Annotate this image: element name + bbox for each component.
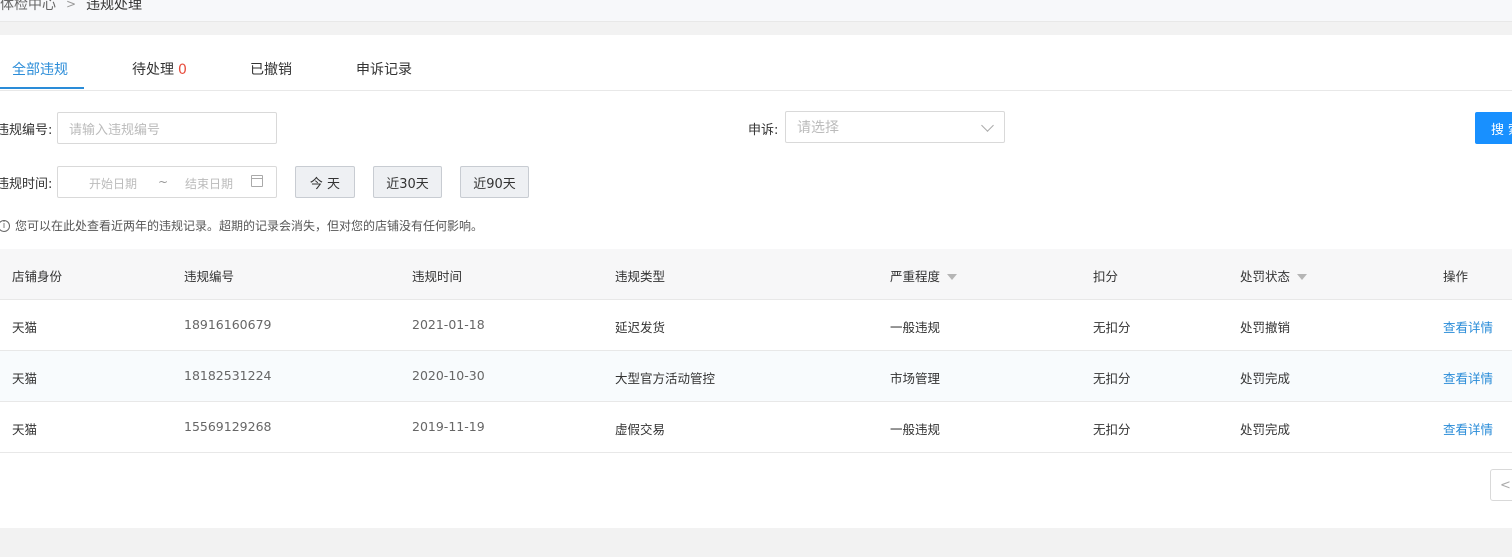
cell-penalty-status: 处罚完成 bbox=[1240, 371, 1291, 386]
col-severity-label: 严重程度 bbox=[890, 269, 941, 284]
pagination-prev-button[interactable]: < bbox=[1490, 469, 1512, 501]
cell-violation-time: 2019-11-19 bbox=[412, 419, 485, 434]
cell-violation-no: 15569129268 bbox=[184, 419, 272, 434]
violation-no-label: 违规编号: bbox=[0, 123, 53, 138]
table-row: 天猫 15569129268 2019-11-19 虚假交易 一般违规 无扣分 … bbox=[0, 402, 1512, 453]
cell-violation-type: 延迟发货 bbox=[615, 320, 666, 335]
table-row: 天猫 18916160679 2021-01-18 延迟发货 一般违规 无扣分 … bbox=[0, 300, 1512, 351]
tab-label: 已撤销 bbox=[250, 62, 292, 78]
tab-label: 申诉记录 bbox=[356, 62, 412, 78]
breadcrumb-current: 违规处理 bbox=[86, 0, 143, 13]
cell-violation-type: 虚假交易 bbox=[615, 422, 666, 437]
cell-penalty-status: 处罚完成 bbox=[1240, 422, 1291, 437]
cell-violation-no: 18182531224 bbox=[184, 368, 272, 383]
violation-no-placeholder: 请输入违规编号 bbox=[69, 122, 161, 138]
filter-icon[interactable] bbox=[947, 273, 958, 280]
date-range-separator: ~ bbox=[158, 175, 169, 189]
cell-points: 无扣分 bbox=[1093, 320, 1131, 335]
breadcrumb-separator: > bbox=[66, 0, 77, 11]
breadcrumb: 体检中心 > 违规处理 bbox=[0, 0, 142, 14]
view-details-link[interactable]: 查看详情 bbox=[1443, 419, 1493, 438]
cell-violation-time: 2021-01-18 bbox=[412, 317, 485, 332]
cell-store-identity: 天猫 bbox=[12, 371, 38, 386]
cell-severity: 一般违规 bbox=[890, 422, 941, 437]
tab-all-violations[interactable]: 全部违规 bbox=[12, 59, 68, 79]
appeal-select[interactable]: 请选择 bbox=[785, 111, 1005, 143]
col-violation-type: 违规类型 bbox=[615, 269, 666, 284]
retention-notice: i 您可以在此处查看近两年的违规记录。超期的记录会消失，但对您的店铺没有任何影响… bbox=[0, 217, 483, 234]
tab-appeal-records[interactable]: 申诉记录 bbox=[356, 59, 412, 79]
tab-label: 全部违规 bbox=[12, 62, 68, 78]
col-violation-time: 违规时间 bbox=[412, 269, 463, 284]
cell-store-identity: 天猫 bbox=[12, 320, 38, 335]
cell-penalty-status: 处罚撤销 bbox=[1240, 320, 1291, 335]
cell-violation-time: 2020-10-30 bbox=[412, 368, 485, 383]
search-button[interactable]: 搜索 bbox=[1475, 112, 1512, 144]
cell-points: 无扣分 bbox=[1093, 371, 1131, 386]
cell-store-identity: 天猫 bbox=[12, 422, 38, 437]
cell-violation-no: 18916160679 bbox=[184, 317, 272, 332]
cell-severity: 市场管理 bbox=[890, 371, 941, 386]
violation-time-label: 违规时间: bbox=[0, 177, 53, 192]
cell-violation-type: 大型官方活动管控 bbox=[615, 371, 716, 386]
info-icon: i bbox=[0, 219, 10, 232]
table-row: 天猫 18182531224 2020-10-30 大型官方活动管控 市场管理 … bbox=[0, 351, 1512, 402]
view-details-link[interactable]: 查看详情 bbox=[1443, 368, 1493, 387]
end-date-input[interactable]: 结束日期 bbox=[185, 175, 233, 192]
top-bar: 体检中心 > 违规处理 bbox=[0, 0, 1512, 22]
table-header: 店铺身份 违规编号 违规时间 违规类型 严重程度 扣分 处罚状态 操作 bbox=[0, 249, 1512, 300]
col-violation-no: 违规编号 bbox=[184, 269, 235, 284]
breadcrumb-parent[interactable]: 体检中心 bbox=[0, 0, 56, 14]
last-90-days-button[interactable]: 近90天 bbox=[460, 166, 529, 198]
tab-pending[interactable]: 待处理 0 bbox=[132, 59, 187, 79]
last-30-days-button[interactable]: 近30天 bbox=[373, 166, 442, 198]
violation-no-input[interactable]: 请输入违规编号 bbox=[57, 112, 277, 144]
tab-label: 待处理 bbox=[132, 62, 174, 78]
calendar-icon[interactable] bbox=[251, 175, 263, 187]
main-panel: 全部违规 待处理 0 已撤销 申诉记录 违规编号: 请输入违规编号 申诉: 请选择… bbox=[0, 35, 1512, 528]
chevron-down-icon bbox=[981, 119, 994, 132]
pending-count-badge: 0 bbox=[178, 62, 187, 78]
violations-table: 店铺身份 违规编号 违规时间 违规类型 严重程度 扣分 处罚状态 操作 天猫 1… bbox=[0, 249, 1512, 453]
appeal-label: 申诉: bbox=[748, 123, 779, 138]
tab-bar: 全部违规 待处理 0 已撤销 申诉记录 bbox=[0, 35, 1512, 91]
today-button[interactable]: 今 天 bbox=[295, 166, 355, 198]
date-range-picker[interactable]: 开始日期 ~ 结束日期 bbox=[57, 166, 277, 198]
notice-text: 您可以在此处查看近两年的违规记录。超期的记录会消失，但对您的店铺没有任何影响。 bbox=[15, 219, 484, 233]
filter-icon[interactable] bbox=[1297, 273, 1308, 280]
view-details-link[interactable]: 查看详情 bbox=[1443, 317, 1493, 336]
start-date-input[interactable]: 开始日期 bbox=[89, 175, 137, 192]
col-actions: 操作 bbox=[1443, 269, 1469, 284]
col-severity: 严重程度 bbox=[890, 266, 958, 285]
tab-revoked[interactable]: 已撤销 bbox=[250, 59, 292, 79]
col-points: 扣分 bbox=[1093, 269, 1119, 284]
active-tab-indicator bbox=[0, 87, 84, 89]
col-store-identity: 店铺身份 bbox=[12, 269, 63, 284]
appeal-placeholder: 请选择 bbox=[797, 120, 839, 136]
col-penalty-status: 处罚状态 bbox=[1240, 266, 1308, 285]
col-penalty-status-label: 处罚状态 bbox=[1240, 269, 1291, 284]
cell-severity: 一般违规 bbox=[890, 320, 941, 335]
cell-points: 无扣分 bbox=[1093, 422, 1131, 437]
